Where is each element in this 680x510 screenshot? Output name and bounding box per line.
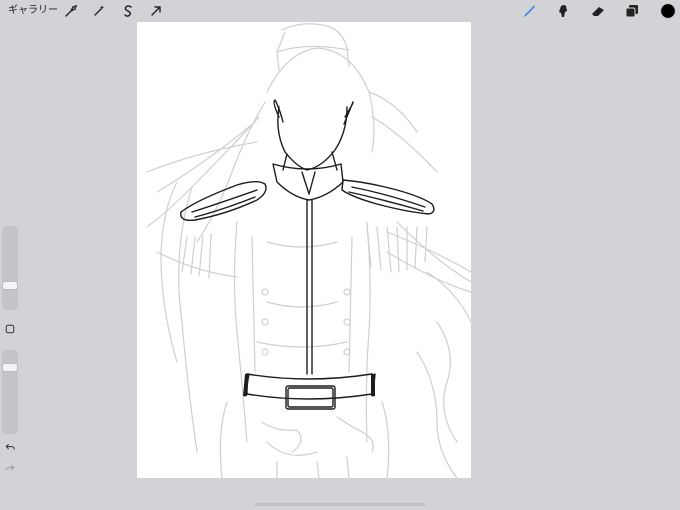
- transform-arrow-icon[interactable]: [148, 3, 164, 19]
- layers-icon[interactable]: [624, 3, 640, 19]
- bottom-handle: [255, 503, 425, 506]
- top-toolbar: ギャラリー: [0, 0, 680, 22]
- magic-wand-icon[interactable]: [91, 3, 107, 19]
- opacity-thumb[interactable]: [3, 364, 17, 371]
- selection-s-icon[interactable]: [120, 3, 136, 19]
- left-sidebar: [0, 224, 20, 476]
- opacity-slider[interactable]: [2, 350, 18, 434]
- brush-size-slider[interactable]: [2, 226, 18, 310]
- undo-icon[interactable]: [4, 441, 16, 453]
- eraser-icon[interactable]: [590, 3, 606, 19]
- color-swatch[interactable]: [659, 2, 677, 20]
- brush-icon[interactable]: [521, 3, 537, 19]
- brush-size-thumb[interactable]: [3, 282, 17, 289]
- smudge-icon[interactable]: [555, 3, 571, 19]
- drawing-canvas[interactable]: [137, 22, 471, 478]
- gallery-button[interactable]: ギャラリー: [8, 3, 58, 19]
- wrench-icon[interactable]: [63, 3, 79, 19]
- modify-square-icon[interactable]: [4, 323, 16, 335]
- redo-icon[interactable]: [4, 462, 16, 474]
- sketch-artwork: [146, 23, 471, 478]
